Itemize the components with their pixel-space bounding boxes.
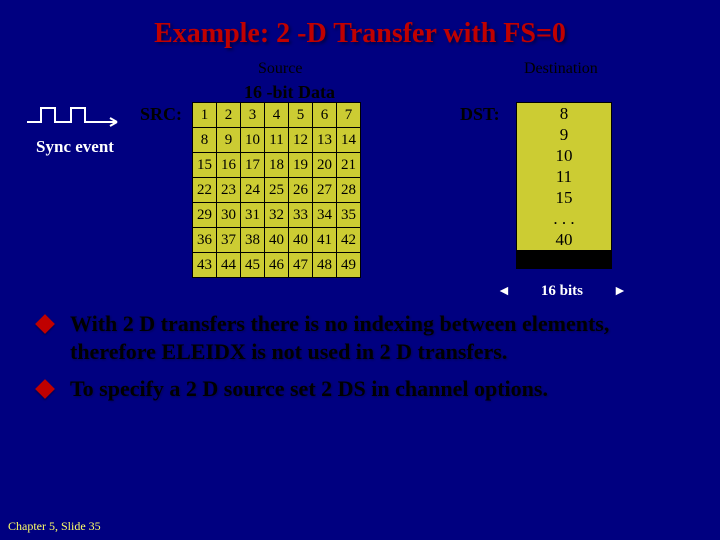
grid-cell: 43 <box>193 253 217 278</box>
bullet-item: With 2 D transfers there is no indexing … <box>38 310 690 365</box>
grid-cell: 11 <box>265 128 289 153</box>
grid-cell: 3 <box>241 103 265 128</box>
grid-cell: 45 <box>241 253 265 278</box>
bullet-text: To specify a 2 D source set 2 DS in chan… <box>70 375 548 403</box>
grid-cell: 4 <box>265 103 289 128</box>
diamond-icon <box>35 379 55 399</box>
grid-cell: 31 <box>241 203 265 228</box>
source-grid: 1234567891011121314151617181920212223242… <box>192 102 361 278</box>
grid-cell: 30 <box>217 203 241 228</box>
grid-cell: 28 <box>337 178 361 203</box>
dest-cell: . . . <box>517 208 611 229</box>
grid-cell: 10 <box>241 128 265 153</box>
grid-cell: 15 <box>193 153 217 178</box>
diamond-icon <box>35 314 55 334</box>
grid-cell: 40 <box>289 228 313 253</box>
source-subheader: 16 -bit Data <box>244 82 335 103</box>
source-header: Source <box>258 60 302 78</box>
grid-cell: 19 <box>289 153 313 178</box>
destination-column: 89101115. . .40 <box>516 102 612 269</box>
grid-cell: 32 <box>265 203 289 228</box>
dest-cell: 11 <box>517 166 611 187</box>
grid-cell: 40 <box>265 228 289 253</box>
grid-cell: 49 <box>337 253 361 278</box>
dst-label: DST: <box>460 104 500 125</box>
grid-cell: 13 <box>313 128 337 153</box>
pulse-icon <box>25 102 125 128</box>
grid-cell: 8 <box>193 128 217 153</box>
grid-cell: 6 <box>313 103 337 128</box>
grid-cell: 35 <box>337 203 361 228</box>
grid-cell: 23 <box>217 178 241 203</box>
grid-cell: 33 <box>289 203 313 228</box>
grid-cell: 22 <box>193 178 217 203</box>
grid-cell: 25 <box>265 178 289 203</box>
grid-cell: 46 <box>265 253 289 278</box>
grid-cell: 26 <box>289 178 313 203</box>
width-label: 16 bits <box>541 283 583 300</box>
src-label: SRC: <box>140 104 182 125</box>
width-marker: ◄ 16 bits ► <box>497 283 627 300</box>
grid-cell: 14 <box>337 128 361 153</box>
dest-cell: 40 <box>517 229 611 250</box>
grid-cell: 21 <box>337 153 361 178</box>
grid-cell: 20 <box>313 153 337 178</box>
grid-cell: 7 <box>337 103 361 128</box>
grid-cell: 24 <box>241 178 265 203</box>
dest-cell: 15 <box>517 187 611 208</box>
sync-event-label: Sync event <box>20 137 130 157</box>
bullet-text: With 2 D transfers there is no indexing … <box>70 310 690 365</box>
dest-cell: 8 <box>517 103 611 124</box>
grid-cell: 5 <box>289 103 313 128</box>
bullet-item: To specify a 2 D source set 2 DS in chan… <box>38 375 690 403</box>
grid-cell: 18 <box>265 153 289 178</box>
bullet-list: With 2 D transfers there is no indexing … <box>38 310 690 413</box>
slide-title: Example: 2 -D Transfer with FS=0 <box>0 0 720 60</box>
arrow-left-icon: ◄ <box>497 284 511 300</box>
arrow-right-icon: ► <box>613 284 627 300</box>
grid-cell: 44 <box>217 253 241 278</box>
grid-cell: 37 <box>217 228 241 253</box>
grid-cell: 27 <box>313 178 337 203</box>
destination-header: Destination <box>524 60 598 78</box>
grid-cell: 48 <box>313 253 337 278</box>
grid-cell: 9 <box>217 128 241 153</box>
slide-footer: Chapter 5, Slide 35 <box>8 519 101 534</box>
grid-cell: 29 <box>193 203 217 228</box>
grid-cell: 2 <box>217 103 241 128</box>
grid-cell: 36 <box>193 228 217 253</box>
destination-blank <box>517 250 611 268</box>
grid-cell: 42 <box>337 228 361 253</box>
grid-cell: 17 <box>241 153 265 178</box>
dest-cell: 10 <box>517 145 611 166</box>
sync-event-block: Sync event <box>20 102 130 157</box>
grid-cell: 34 <box>313 203 337 228</box>
grid-cell: 41 <box>313 228 337 253</box>
grid-cell: 38 <box>241 228 265 253</box>
grid-cell: 16 <box>217 153 241 178</box>
grid-cell: 1 <box>193 103 217 128</box>
dest-cell: 9 <box>517 124 611 145</box>
grid-cell: 12 <box>289 128 313 153</box>
grid-cell: 47 <box>289 253 313 278</box>
